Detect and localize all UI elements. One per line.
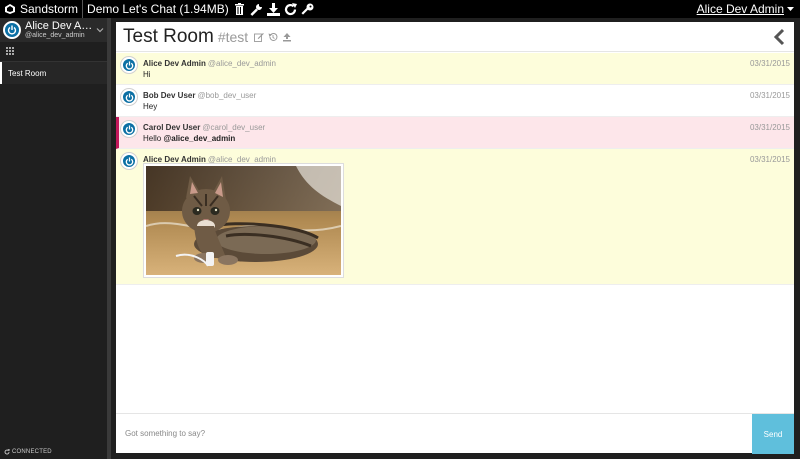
- message-input[interactable]: [116, 414, 752, 453]
- message-composer: Send: [116, 413, 794, 454]
- sandstorm-home-link[interactable]: Sandstorm: [0, 0, 84, 18]
- key-icon[interactable]: [301, 2, 315, 16]
- sidebar-item-label: Test Room: [8, 68, 47, 78]
- message-user[interactable]: Bob Dev User: [143, 91, 195, 100]
- power-icon: [125, 156, 133, 166]
- message-user[interactable]: Alice Dev Admin: [143, 59, 206, 68]
- power-icon: [125, 92, 133, 102]
- wrench-icon[interactable]: [250, 2, 264, 16]
- message-time: 03/31/2015: [749, 155, 790, 164]
- sandstorm-brand: Sandstorm: [20, 2, 79, 16]
- topbar-user-menu[interactable]: Alice Dev Admin: [697, 2, 800, 16]
- room-title: Test Room: [123, 25, 214, 47]
- message-time: 03/31/2015: [749, 91, 790, 100]
- user-avatar[interactable]: [121, 153, 137, 169]
- topbar-user-name: Alice Dev Admin: [696, 2, 784, 16]
- image-attachment[interactable]: [143, 163, 344, 278]
- power-icon: [125, 60, 133, 70]
- message-text-prefix: Hello: [143, 134, 164, 143]
- sidebar-item-test-room[interactable]: Test Room: [0, 62, 107, 84]
- user-avatar[interactable]: [121, 121, 137, 137]
- message-handle: @carol_dev_user: [202, 123, 266, 132]
- message-user[interactable]: Carol Dev User: [143, 123, 200, 132]
- message-item: Alice Dev Admin @alice_dev_admin 03/31/20…: [116, 53, 794, 85]
- message-item-mention: Carol Dev User @carol_dev_user 03/31/2015…: [116, 117, 794, 149]
- message-text: Hey: [143, 102, 158, 111]
- app-title-text: Demo Let's Chat: [87, 2, 177, 16]
- room-hash: #test: [217, 28, 249, 45]
- sandstorm-logo-icon: [5, 4, 15, 14]
- message-time: 03/31/2015: [749, 59, 790, 68]
- send-button[interactable]: Send: [752, 414, 794, 454]
- restart-icon[interactable]: [284, 2, 298, 16]
- message-handle: @bob_dev_user: [197, 91, 257, 100]
- message-item: Bob Dev User @bob_dev_user 03/31/2015 Hey: [116, 85, 794, 117]
- user-avatar[interactable]: [121, 57, 137, 73]
- message-handle: @alice_dev_admin: [207, 59, 277, 68]
- grid-icon[interactable]: [6, 47, 14, 55]
- message-list: Alice Dev Admin @alice_dev_admin 03/31/20…: [116, 53, 794, 285]
- app-size: (1.94MB): [179, 2, 229, 16]
- chevron-down-icon: [96, 28, 104, 33]
- trash-icon[interactable]: [233, 2, 247, 16]
- caret-down-icon: [787, 6, 794, 11]
- download-icon[interactable]: [267, 2, 281, 16]
- message-text: Hello @alice_dev_admin: [143, 134, 235, 143]
- mention[interactable]: @alice_dev_admin: [163, 134, 235, 143]
- edit-icon[interactable]: [254, 32, 264, 42]
- message-item: Alice Dev Admin @alice_dev_admin 03/31/20…: [116, 149, 794, 285]
- sync-icon: [4, 449, 10, 455]
- account-menu[interactable]: Alice Dev Ad... @alice_dev_admin: [0, 18, 107, 42]
- app-title[interactable]: Demo Let's Chat (1.94MB): [83, 0, 233, 18]
- upload-icon[interactable]: [282, 32, 292, 42]
- power-icon: [125, 124, 133, 134]
- room-header: Test Room #test: [116, 22, 794, 52]
- message-text: Hi: [143, 70, 151, 79]
- sidebar: Alice Dev Ad... @alice_dev_admin Test Ro…: [0, 18, 111, 459]
- sandstorm-topbar: Sandstorm Demo Let's Chat (1.94MB) Alice…: [0, 0, 800, 18]
- message-time: 03/31/2015: [749, 123, 790, 132]
- account-handle: @alice_dev_admin: [25, 32, 85, 39]
- history-icon[interactable]: [268, 32, 278, 42]
- room-panel: Test Room #test Alice Dev Admin @alice_de…: [116, 22, 794, 454]
- account-avatar: [3, 21, 21, 39]
- connection-status-text: CONNECTED: [12, 449, 52, 455]
- kitten-image: [145, 166, 342, 275]
- power-icon: [7, 25, 17, 35]
- chevron-left-icon[interactable]: [772, 28, 786, 46]
- account-name: Alice Dev Ad...: [25, 21, 96, 32]
- connection-status: CONNECTED: [4, 449, 52, 455]
- user-avatar[interactable]: [121, 89, 137, 105]
